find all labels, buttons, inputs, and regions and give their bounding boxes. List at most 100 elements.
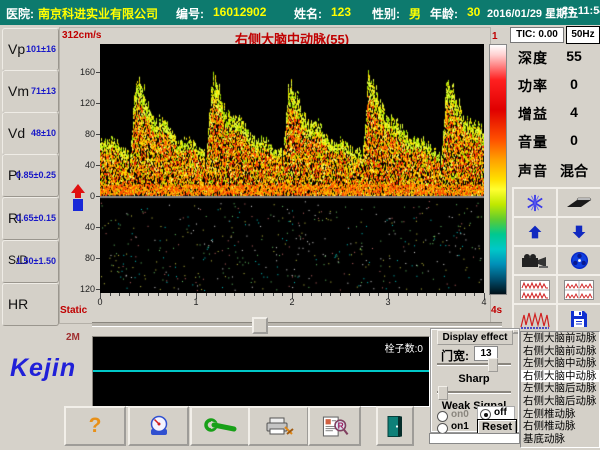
velocity-scale-label: 312cm/s — [62, 30, 101, 41]
time-scrollbar-track[interactable] — [92, 322, 502, 327]
x-axis-tick — [330, 293, 331, 296]
exit-button[interactable] — [376, 406, 414, 446]
sound-label: 声音 — [518, 161, 548, 181]
artery-item[interactable]: 左侧大脑前动脉 — [521, 332, 599, 345]
kejin-logo: Kejin — [10, 354, 76, 383]
x-axis-tick — [177, 293, 178, 296]
vp-label: Vp — [8, 41, 25, 57]
x-axis-tick — [417, 293, 418, 296]
artery-item[interactable]: 左侧椎动脉 — [521, 408, 599, 421]
camera-button[interactable] — [512, 245, 558, 276]
x-axis-tick — [138, 293, 139, 296]
x-axis-tick — [407, 293, 408, 296]
tcd-main-window: 医院: 南京科进实业有限公司 编号: 16012902 姓名: 123 性别: … — [0, 0, 600, 450]
x-axis-tick — [254, 293, 255, 296]
status-strip — [429, 433, 520, 444]
x-axis-tick — [359, 293, 360, 296]
x-axis-tick — [369, 293, 370, 296]
artery-item[interactable]: 右侧大脑前动脉 — [521, 345, 599, 358]
emboli-count-label: 栓子数:0 — [385, 340, 423, 355]
gender-label: 性别: — [372, 5, 400, 22]
film-reel-button[interactable] — [556, 245, 600, 276]
artery-item[interactable]: 右侧椎动脉 — [521, 420, 599, 433]
gauge-button[interactable] — [128, 406, 189, 446]
sharp-slider-track[interactable] — [437, 391, 511, 394]
probe-button[interactable] — [556, 187, 600, 218]
patient-gender: 男 — [409, 5, 421, 22]
colorbar-top-label: 1 — [492, 31, 498, 42]
y-axis-tick — [96, 227, 100, 228]
x-axis-tick-label: 4 — [474, 297, 494, 307]
setup-button[interactable] — [190, 406, 251, 446]
param-panel-vd: Vd 48±10 — [2, 112, 59, 155]
quad-spectrum-button[interactable] — [556, 274, 600, 305]
param-panel-vm: Vm 71±13 — [2, 70, 59, 113]
gate-width-slider-track[interactable] — [437, 363, 511, 366]
patient-age: 30 — [467, 5, 480, 19]
sharp-slider-thumb[interactable] — [438, 386, 448, 400]
x-axis-tick — [436, 293, 437, 296]
artery-item[interactable]: 右侧大脑中动脉 — [521, 370, 599, 383]
x-axis-tick — [215, 293, 216, 296]
ri-value: 0.65±0.15 — [16, 213, 56, 223]
hospital-label: 医院: — [6, 5, 34, 22]
x-axis-tick-label: 1 — [186, 297, 206, 307]
save-button[interactable] — [556, 303, 600, 334]
question-mark-icon: ? — [89, 414, 102, 438]
speed-up-button[interactable] — [512, 216, 558, 247]
sd-value: 1.50±1.50 — [16, 256, 56, 266]
speed-down-button[interactable] — [556, 216, 600, 247]
report-button[interactable]: R — [308, 406, 361, 446]
svg-text:R: R — [337, 420, 343, 430]
x-axis-tick — [446, 293, 447, 296]
time-scrollbar-thumb[interactable] — [252, 317, 268, 334]
x-axis-tick-label: 3 — [378, 297, 398, 307]
x-axis-tick — [474, 293, 475, 296]
display-effect-title: Display effect — [437, 330, 513, 345]
power-value: 0 — [556, 76, 592, 92]
y-axis-tick-label: 0 — [74, 191, 95, 201]
static-label: Static — [60, 305, 87, 316]
save-floppy-icon — [570, 310, 588, 328]
gate-width-slider-thumb[interactable] — [488, 358, 498, 372]
y-axis-tick — [96, 258, 100, 259]
dual-spectrum-layout-icon — [519, 280, 551, 300]
id-label: 编号: — [176, 5, 204, 22]
x-axis-tick — [119, 293, 120, 296]
name-label: 姓名: — [294, 5, 322, 22]
help-button[interactable]: ? — [64, 406, 126, 446]
param-panel-vp: Vp 101±16 — [2, 28, 59, 71]
patient-name: 123 — [331, 5, 351, 19]
wrench-icon — [204, 418, 238, 434]
y-axis-tick — [96, 289, 100, 290]
y-axis-tick-label: 80 — [74, 129, 95, 139]
monitor-baseline — [93, 370, 429, 372]
vp-value: 101±16 — [26, 44, 56, 54]
y-axis-tick-label: 40 — [74, 160, 95, 170]
x-axis-tick-label: 2 — [282, 297, 302, 307]
y-axis-tick-label: 160 — [74, 67, 95, 77]
x-axis-tick — [110, 293, 111, 296]
freeze-button[interactable] — [512, 187, 558, 218]
artery-item[interactable]: 右侧大脑后动脉 — [521, 395, 599, 408]
x-axis-tick — [273, 293, 274, 296]
print-button[interactable] — [248, 406, 309, 446]
age-label: 年龄: — [430, 5, 458, 22]
artery-item[interactable]: 左侧大脑中动脉 — [521, 357, 599, 370]
artery-item[interactable]: 左侧大脑后动脉 — [521, 382, 599, 395]
volume-value: 0 — [556, 132, 592, 148]
param-panel-sd: S/D 1.50±1.50 — [2, 240, 59, 283]
param-panel-pi: PI 0.85±0.25 — [2, 154, 59, 197]
y-axis-tick — [96, 72, 100, 73]
artery-item[interactable]: 基底动脉 — [521, 433, 599, 446]
y-axis-tick — [96, 196, 100, 197]
down-arrow-icon — [571, 224, 587, 240]
x-axis-tick — [234, 293, 235, 296]
time-text: 23:11:54 — [562, 5, 600, 17]
frequency-button[interactable]: 50Hz — [566, 26, 600, 44]
up-arrow-icon — [527, 224, 543, 240]
x-axis-tick — [206, 293, 207, 296]
printer-icon — [263, 416, 295, 436]
dual-spectrum-button[interactable] — [512, 274, 558, 305]
x-axis-tick — [186, 293, 187, 296]
